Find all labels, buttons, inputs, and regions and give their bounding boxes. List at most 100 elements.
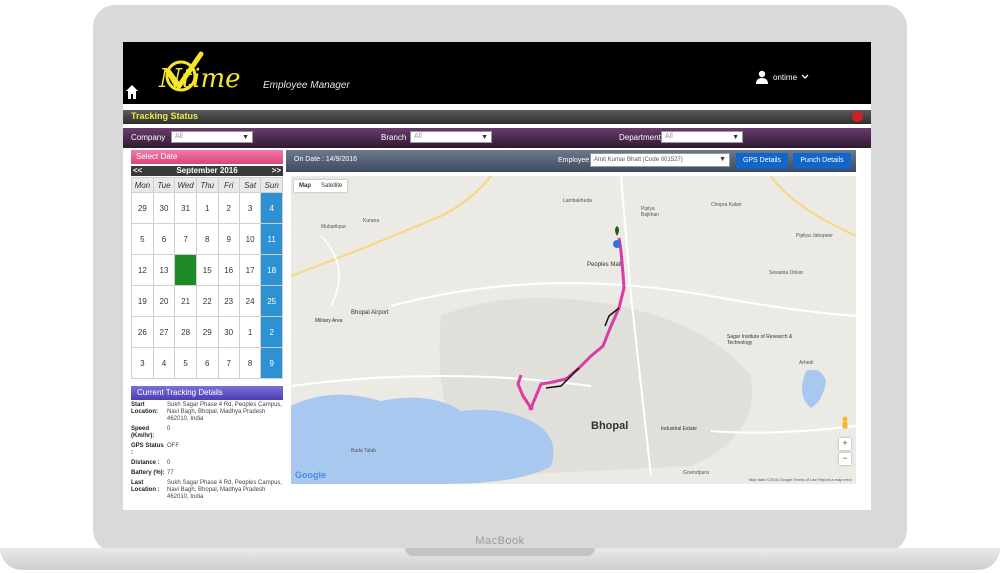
weekday-header: Sun xyxy=(260,177,283,193)
calendar-day[interactable]: 8 xyxy=(238,347,262,379)
calendar-day[interactable]: 18 xyxy=(260,254,283,286)
weekday-header: Thu xyxy=(195,177,219,193)
start-location-label: Start Location: xyxy=(131,402,158,415)
calendar-day[interactable]: 29 xyxy=(195,316,219,348)
weekday-header: Sat xyxy=(238,177,262,193)
calendar-day[interactable]: 22 xyxy=(195,285,219,317)
company-select[interactable]: All ▼ xyxy=(171,131,253,143)
calendar-day[interactable]: 27 xyxy=(152,316,176,348)
map-label: Lambakheda xyxy=(563,198,592,204)
calendar-day[interactable]: 26 xyxy=(131,316,154,348)
tracking-details-header: Current Tracking Details xyxy=(131,386,283,400)
punch-details-button[interactable]: Punch Details xyxy=(793,153,851,169)
main-toolbar: On Date : 14/9/2016 Employee Amit Kumar … xyxy=(286,150,856,172)
calendar-day[interactable]: 30 xyxy=(217,316,240,348)
calendar-day[interactable]: 9 xyxy=(260,347,283,379)
calendar-prev-button[interactable]: << xyxy=(133,166,142,176)
calendar-day[interactable]: 1 xyxy=(238,316,262,348)
calendar-day[interactable]: 7 xyxy=(217,347,240,379)
left-panel: Select Date << September 2016 >> Mon Tue… xyxy=(131,150,283,510)
gps-details-button[interactable]: GPS Details xyxy=(736,153,788,169)
calendar-day-selected[interactable]: 14 xyxy=(174,254,197,286)
calendar-day[interactable]: 11 xyxy=(260,223,283,255)
zoom-out-button[interactable]: − xyxy=(839,453,851,465)
select-date-header: Select Date xyxy=(131,150,283,164)
employee-label: Employee xyxy=(558,157,590,164)
calendar-day[interactable]: 24 xyxy=(238,285,262,317)
calendar-day[interactable]: 16 xyxy=(217,254,240,286)
current-location-icon xyxy=(613,240,621,248)
tab-map[interactable]: Map xyxy=(294,180,316,192)
battery-label: Battery (%): xyxy=(131,470,165,476)
start-location-value: Sukh Sagar Phase 4 Rd, Peoples Campus, N… xyxy=(167,402,283,422)
weekday-header: Mon xyxy=(131,177,154,193)
calendar-day[interactable]: 2 xyxy=(260,316,283,348)
department-value: All xyxy=(665,133,673,140)
calendar-day[interactable]: 30 xyxy=(152,192,176,224)
calendar-day[interactable]: 5 xyxy=(174,347,197,379)
calendar-day[interactable]: 21 xyxy=(174,285,197,317)
chevron-down-icon: ▼ xyxy=(242,134,249,141)
calendar-day[interactable]: 6 xyxy=(152,223,176,255)
calendar-day[interactable]: 8 xyxy=(195,223,219,255)
weekday-header: Fri xyxy=(217,177,240,193)
calendar-next-button[interactable]: >> xyxy=(272,166,281,176)
company-value: All xyxy=(175,133,183,140)
home-icon[interactable] xyxy=(125,84,139,100)
map-label: Industrial Estate xyxy=(661,426,697,432)
map-label: Chopra Kalan xyxy=(711,202,742,208)
logo-subtitle: Employee Manager xyxy=(263,80,350,91)
calendar-day[interactable]: 6 xyxy=(195,347,219,379)
calendar-day[interactable]: 19 xyxy=(131,285,154,317)
gps-status-row: GPS Status : OFF xyxy=(131,443,283,457)
calendar-day[interactable]: 28 xyxy=(174,316,197,348)
map-label: Piplya Bajkhan xyxy=(641,206,660,218)
calendar-day[interactable]: 17 xyxy=(238,254,262,286)
gps-status-value: OFF xyxy=(167,443,179,449)
calendar-day[interactable]: 10 xyxy=(238,223,262,255)
battery-value: 77 xyxy=(167,470,174,476)
calendar-day[interactable]: 15 xyxy=(195,254,219,286)
calendar-day[interactable]: 12 xyxy=(131,254,154,286)
chevron-down-icon: ▼ xyxy=(719,156,726,163)
calendar-day[interactable]: 4 xyxy=(152,347,176,379)
zoom-in-button[interactable]: + xyxy=(839,438,851,450)
calendar-day[interactable]: 5 xyxy=(131,223,154,255)
map-label: Govindpura xyxy=(683,470,709,476)
laptop-notch xyxy=(405,548,595,556)
map-label: Pipliya Jahopeer xyxy=(796,233,833,239)
app-screen: Ntime Employee Manager ontime Tracking S… xyxy=(123,42,871,510)
calendar-day[interactable]: 1 xyxy=(195,192,219,224)
map-type-tabs: Map Satellite xyxy=(294,180,348,192)
calendar-day[interactable]: 20 xyxy=(152,285,176,317)
map[interactable]: Map Satellite Lambakheda Kurana Piplya B… xyxy=(291,176,856,484)
calendar-day[interactable]: 29 xyxy=(131,192,154,224)
calendar-day[interactable]: 9 xyxy=(217,223,240,255)
branch-select[interactable]: All ▼ xyxy=(410,131,492,143)
last-location-value: Sukh Sagar Phase 4 Rd, Peoples Campus, N… xyxy=(167,480,283,500)
filter-bar: Company All ▼ Branch All ▼ Department Al… xyxy=(123,128,871,148)
user-icon xyxy=(756,70,768,84)
close-icon[interactable] xyxy=(852,111,863,122)
calendar-day[interactable]: 23 xyxy=(217,285,240,317)
map-label: Peoples Mall xyxy=(587,262,622,268)
calendar-day[interactable]: 4 xyxy=(260,192,283,224)
calendar-month-label: September 2016 xyxy=(176,166,238,175)
calendar-day[interactable]: 7 xyxy=(174,223,197,255)
calendar-day[interactable]: 25 xyxy=(260,285,283,317)
calendar-day[interactable]: 2 xyxy=(217,192,240,224)
calendar-day[interactable]: 3 xyxy=(238,192,262,224)
calendar-day[interactable]: 3 xyxy=(131,347,154,379)
logo-text: Ntime xyxy=(159,64,241,94)
department-select[interactable]: All ▼ xyxy=(661,131,743,143)
calendar-day[interactable]: 31 xyxy=(174,192,197,224)
chevron-down-icon xyxy=(801,74,809,79)
calendar-day[interactable]: 13 xyxy=(152,254,176,286)
calendar-month: << September 2016 >> xyxy=(131,166,283,176)
street-view-icon[interactable] xyxy=(840,416,850,430)
page-title: Tracking Status xyxy=(131,111,199,121)
user-menu[interactable]: ontime xyxy=(755,70,809,84)
map-label: Military Area xyxy=(315,318,343,324)
tab-satellite[interactable]: Satellite xyxy=(316,180,347,192)
employee-select[interactable]: Amit Kumar Bhatt (Code 001527) ▼ xyxy=(590,153,730,167)
